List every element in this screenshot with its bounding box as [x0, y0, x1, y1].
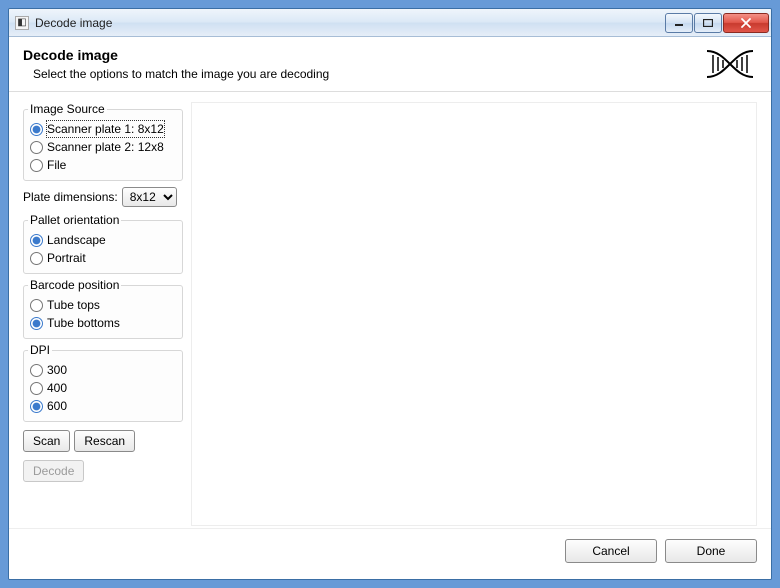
dna-barcode-icon [703, 45, 757, 83]
source-plate1-label: Scanner plate 1: 8x12 [47, 121, 164, 137]
window: ◧ Decode image Decode image Select the o… [8, 8, 772, 580]
orientation-portrait-label: Portrait [47, 250, 86, 266]
source-file-label: File [47, 157, 66, 173]
image-source-legend: Image Source [28, 102, 107, 116]
dpi-group: DPI 300 400 600 [23, 343, 183, 422]
barcode-bottoms-radio[interactable] [30, 317, 43, 330]
close-button[interactable] [723, 13, 769, 33]
app-icon: ◧ [15, 16, 29, 30]
dpi-legend: DPI [28, 343, 52, 357]
dpi-400-label: 400 [47, 380, 67, 396]
dpi-400-radio[interactable] [30, 382, 43, 395]
barcode-tops-radio[interactable] [30, 299, 43, 312]
header-text: Decode image Select the options to match… [23, 45, 329, 81]
window-title: Decode image [35, 16, 664, 30]
dpi-600-label: 600 [47, 398, 67, 414]
decode-button-row: Decode [23, 460, 183, 482]
maximize-icon [703, 19, 713, 27]
title-bar: ◧ Decode image [9, 9, 771, 37]
rescan-button[interactable]: Rescan [74, 430, 135, 452]
plate-dimensions-label: Plate dimensions: [23, 190, 118, 204]
dpi-300-label: 300 [47, 362, 67, 378]
minimize-button[interactable] [665, 13, 693, 33]
page-subtitle: Select the options to match the image yo… [33, 67, 329, 81]
maximize-button[interactable] [694, 13, 722, 33]
source-plate1-radio[interactable] [30, 123, 43, 136]
source-file-radio[interactable] [30, 159, 43, 172]
orientation-landscape-radio[interactable] [30, 234, 43, 247]
orientation-landscape-label: Landscape [47, 232, 106, 248]
done-button[interactable]: Done [665, 539, 757, 563]
options-panel: Image Source Scanner plate 1: 8x12 Scann… [23, 102, 183, 526]
scan-buttons-row: Scan Rescan [23, 430, 183, 452]
dpi-300-radio[interactable] [30, 364, 43, 377]
content: Image Source Scanner plate 1: 8x12 Scann… [9, 92, 771, 528]
cancel-button[interactable]: Cancel [565, 539, 657, 563]
image-source-group: Image Source Scanner plate 1: 8x12 Scann… [23, 102, 183, 181]
barcode-tops-label: Tube tops [47, 297, 100, 313]
close-icon [740, 18, 752, 28]
barcode-bottoms-label: Tube bottoms [47, 315, 120, 331]
image-preview-area [191, 102, 757, 526]
minimize-icon [674, 19, 684, 27]
source-plate2-label: Scanner plate 2: 12x8 [47, 139, 164, 155]
plate-dimensions-select[interactable]: 8x12 [122, 187, 177, 207]
pallet-orientation-legend: Pallet orientation [28, 213, 121, 227]
barcode-position-group: Barcode position Tube tops Tube bottoms [23, 278, 183, 339]
page-title: Decode image [23, 47, 329, 63]
dialog-footer: Cancel Done [9, 528, 771, 579]
plate-dimensions-row: Plate dimensions: 8x12 [23, 187, 183, 207]
pallet-orientation-group: Pallet orientation Landscape Portrait [23, 213, 183, 274]
decode-button[interactable]: Decode [23, 460, 84, 482]
dialog-header: Decode image Select the options to match… [9, 37, 771, 92]
scan-button[interactable]: Scan [23, 430, 70, 452]
orientation-portrait-radio[interactable] [30, 252, 43, 265]
source-plate2-radio[interactable] [30, 141, 43, 154]
dpi-600-radio[interactable] [30, 400, 43, 413]
barcode-position-legend: Barcode position [28, 278, 121, 292]
